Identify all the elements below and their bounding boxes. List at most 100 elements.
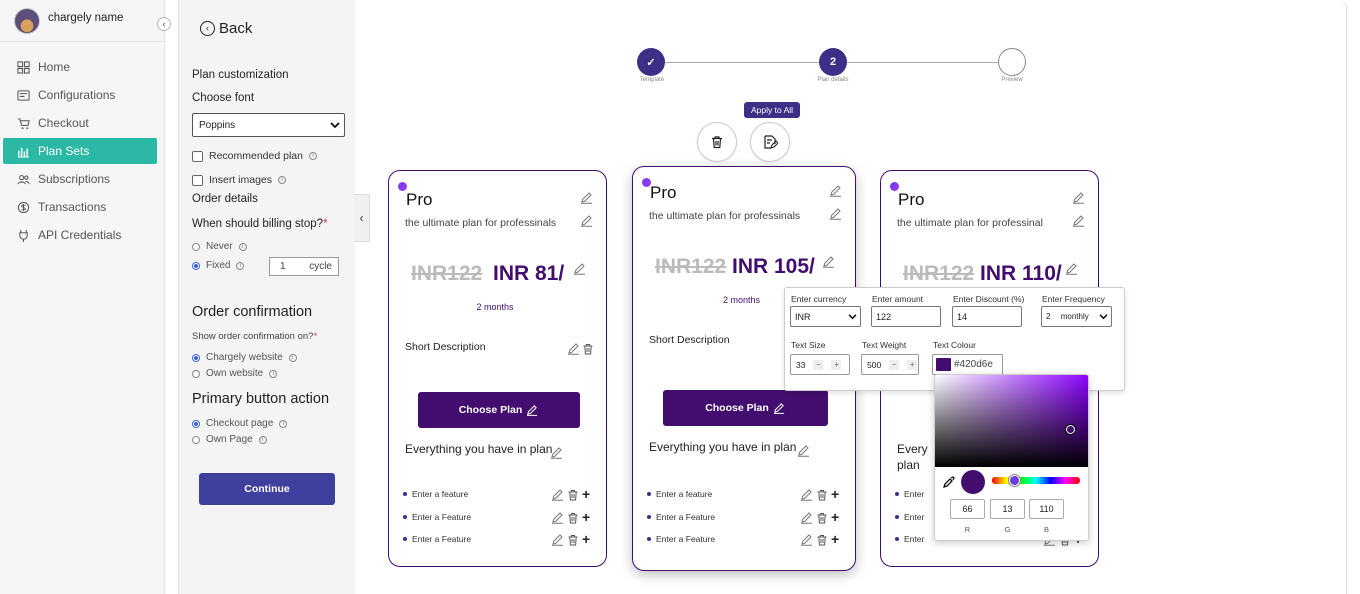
sidebar-item-configurations[interactable]: Configurations bbox=[3, 82, 157, 108]
radio-dot[interactable] bbox=[192, 419, 200, 428]
sidebar-item-api-credentials[interactable]: API Credentials bbox=[3, 222, 157, 248]
text-weight-stepper[interactable]: 500 − + bbox=[861, 354, 919, 375]
decrement-button[interactable]: − bbox=[813, 359, 824, 370]
radio-dot[interactable] bbox=[192, 435, 200, 444]
trash-icon[interactable] bbox=[816, 533, 828, 546]
billing-fixed-radio[interactable]: Fixed i bbox=[192, 260, 245, 271]
edit-icon[interactable] bbox=[551, 511, 564, 524]
eyedropper-icon[interactable] bbox=[943, 476, 955, 488]
edit-icon[interactable] bbox=[573, 262, 586, 275]
edit-icon[interactable] bbox=[797, 444, 810, 457]
apply-to-all-button[interactable] bbox=[750, 122, 790, 162]
edit-icon[interactable] bbox=[551, 488, 564, 501]
saturation-handle[interactable] bbox=[1066, 425, 1075, 434]
step-template[interactable]: ✓ bbox=[637, 48, 665, 76]
decrement-button[interactable]: − bbox=[889, 359, 900, 370]
checkbox-box[interactable] bbox=[192, 150, 203, 162]
feature-text[interactable]: Enter a Feature bbox=[412, 512, 471, 522]
step-preview[interactable] bbox=[998, 48, 1026, 76]
blue-input[interactable]: 110 bbox=[1029, 499, 1064, 519]
red-input[interactable]: 66 bbox=[950, 499, 985, 519]
edit-icon[interactable] bbox=[550, 446, 563, 459]
checkout-page-radio[interactable]: Checkout page i bbox=[192, 418, 288, 429]
feature-text[interactable]: Enter bbox=[904, 512, 924, 522]
info-icon[interactable]: i bbox=[238, 242, 247, 251]
chargely-website-radio[interactable]: Chargely website i bbox=[192, 352, 297, 363]
add-feature-icon[interactable]: + bbox=[831, 532, 839, 546]
info-icon[interactable]: i bbox=[258, 435, 267, 444]
discount-input[interactable]: 14 bbox=[952, 306, 1022, 327]
edit-icon[interactable] bbox=[800, 511, 813, 524]
edit-icon[interactable] bbox=[567, 342, 580, 355]
info-icon[interactable]: i bbox=[308, 152, 317, 160]
collapse-panel-button[interactable]: ‹ bbox=[354, 194, 370, 242]
recommended-plan-checkbox[interactable]: Recommended plan i bbox=[192, 150, 317, 162]
edit-icon[interactable] bbox=[1065, 262, 1078, 275]
trash-icon[interactable] bbox=[816, 511, 828, 523]
edit-icon[interactable] bbox=[800, 488, 813, 501]
back-button[interactable]: ‹ Back bbox=[200, 20, 252, 37]
add-feature-icon[interactable]: + bbox=[582, 487, 590, 501]
info-icon[interactable]: i bbox=[288, 353, 297, 362]
edit-icon[interactable] bbox=[580, 214, 593, 227]
info-icon[interactable]: i bbox=[269, 369, 278, 378]
font-select[interactable]: Poppins bbox=[192, 113, 345, 137]
collapse-sidebar-button[interactable]: ‹ bbox=[157, 17, 171, 31]
green-input[interactable]: 13 bbox=[990, 499, 1025, 519]
feature-text[interactable]: Enter a feature bbox=[656, 489, 712, 499]
own-website-radio[interactable]: Own website i bbox=[192, 368, 278, 379]
radio-dot[interactable] bbox=[192, 353, 200, 362]
feature-text[interactable]: Enter bbox=[904, 534, 924, 544]
info-icon[interactable]: i bbox=[278, 176, 287, 184]
choose-plan-button[interactable]: Choose Plan bbox=[417, 392, 580, 428]
sidebar-item-checkout[interactable]: Checkout bbox=[3, 110, 157, 136]
sidebar-item-home[interactable]: Home bbox=[3, 54, 157, 80]
sidebar-item-plan-sets[interactable]: Plan Sets bbox=[3, 138, 157, 164]
trash-icon[interactable] bbox=[582, 342, 594, 355]
radio-dot[interactable] bbox=[192, 242, 200, 251]
feature-text[interactable]: Enter a Feature bbox=[656, 534, 715, 544]
radio-dot[interactable] bbox=[192, 261, 200, 270]
add-feature-icon[interactable]: + bbox=[831, 510, 839, 524]
own-page-radio[interactable]: Own Page i bbox=[192, 434, 267, 445]
saturation-area[interactable] bbox=[935, 375, 1088, 467]
feature-text[interactable]: Enter a Feature bbox=[656, 512, 715, 522]
delete-plan-button[interactable] bbox=[697, 122, 737, 162]
currency-select[interactable]: INR bbox=[790, 306, 861, 327]
feature-text[interactable]: Enter bbox=[904, 489, 924, 499]
hue-handle[interactable] bbox=[1009, 475, 1020, 486]
cycle-input[interactable]: 1 cycle bbox=[269, 257, 339, 276]
trash-icon[interactable] bbox=[816, 488, 828, 501]
sidebar-item-transactions[interactable]: Transactions bbox=[3, 194, 157, 220]
add-feature-icon[interactable]: + bbox=[582, 532, 590, 546]
increment-button[interactable]: + bbox=[831, 359, 842, 370]
frequency-select[interactable]: 2 monthly bbox=[1041, 306, 1112, 327]
add-feature-icon[interactable]: + bbox=[831, 487, 839, 501]
edit-icon[interactable] bbox=[1072, 191, 1085, 204]
insert-images-checkbox[interactable]: Insert images i bbox=[192, 174, 287, 186]
trash-icon[interactable] bbox=[567, 488, 579, 501]
edit-icon[interactable] bbox=[800, 533, 813, 546]
trash-icon[interactable] bbox=[567, 511, 579, 523]
edit-icon[interactable] bbox=[580, 191, 593, 204]
info-icon[interactable]: i bbox=[279, 419, 288, 428]
text-colour-input[interactable]: #420d6e bbox=[932, 354, 1003, 375]
info-icon[interactable]: i bbox=[236, 261, 245, 270]
edit-icon[interactable] bbox=[1072, 214, 1085, 227]
increment-button[interactable]: + bbox=[907, 359, 918, 370]
amount-input[interactable]: 122 bbox=[871, 306, 941, 327]
edit-icon[interactable] bbox=[829, 184, 842, 197]
choose-plan-button[interactable]: Choose Plan bbox=[662, 390, 828, 426]
text-size-stepper[interactable]: 33 − + bbox=[790, 354, 850, 375]
radio-dot[interactable] bbox=[192, 369, 200, 378]
edit-icon[interactable] bbox=[526, 404, 538, 416]
edit-icon[interactable] bbox=[551, 533, 564, 546]
continue-button[interactable]: Continue bbox=[199, 473, 335, 505]
edit-icon[interactable] bbox=[829, 207, 842, 220]
edit-icon[interactable] bbox=[773, 402, 785, 414]
checkbox-box[interactable] bbox=[192, 174, 203, 186]
add-feature-icon[interactable]: + bbox=[582, 510, 590, 524]
billing-never-radio[interactable]: Never i bbox=[192, 241, 247, 252]
feature-text[interactable]: Enter a feature bbox=[412, 489, 468, 499]
edit-icon[interactable] bbox=[822, 255, 835, 268]
